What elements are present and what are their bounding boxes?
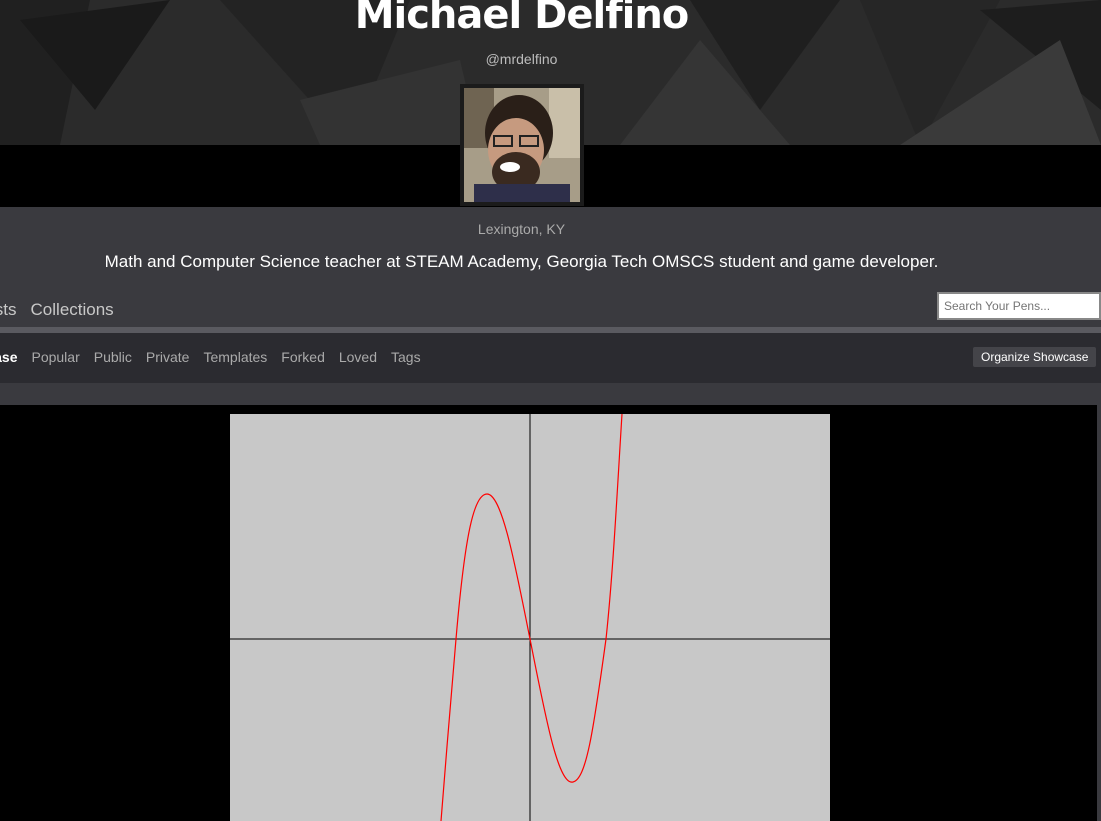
person-photo: [464, 88, 580, 202]
tab-templates[interactable]: Templates: [203, 349, 267, 365]
organize-showcase-button[interactable]: Organize Showcase: [973, 347, 1097, 367]
function-curve: [440, 413, 623, 821]
content-strip: [0, 383, 1101, 405]
graph-canvas: [230, 413, 830, 821]
tab-posts[interactable]: Posts: [0, 300, 17, 324]
tab-private[interactable]: Private: [146, 349, 190, 365]
sub-nav-items: Showcase Popular Public Private Template…: [0, 349, 421, 365]
profile-name: Michael Delfino: [354, 0, 690, 38]
profile-page: Michael Delfino @mrdelfino Lexington, KY…: [0, 0, 1101, 821]
tab-popular[interactable]: Popular: [31, 349, 79, 365]
primary-nav: Posts Collections: [0, 300, 114, 324]
tab-collections[interactable]: Collections: [31, 300, 114, 324]
profile-handle: @mrdelfino: [485, 51, 558, 67]
avatar[interactable]: [460, 84, 584, 206]
content-edge: [1097, 405, 1101, 821]
tab-forked[interactable]: Forked: [281, 349, 325, 365]
profile-info: Lexington, KY Math and Computer Science …: [0, 207, 1101, 327]
sub-nav: Showcase Popular Public Private Template…: [0, 333, 1101, 383]
avatar-photo: [464, 88, 580, 202]
profile-location: Lexington, KY: [477, 221, 566, 237]
tab-tags[interactable]: Tags: [391, 349, 421, 365]
search-input[interactable]: [937, 292, 1101, 320]
pen-preview[interactable]: [230, 413, 830, 821]
tab-loved[interactable]: Loved: [339, 349, 377, 365]
profile-bio: Math and Computer Science teacher at STE…: [104, 252, 939, 271]
tab-showcase[interactable]: Showcase: [0, 349, 17, 365]
tab-public[interactable]: Public: [94, 349, 132, 365]
